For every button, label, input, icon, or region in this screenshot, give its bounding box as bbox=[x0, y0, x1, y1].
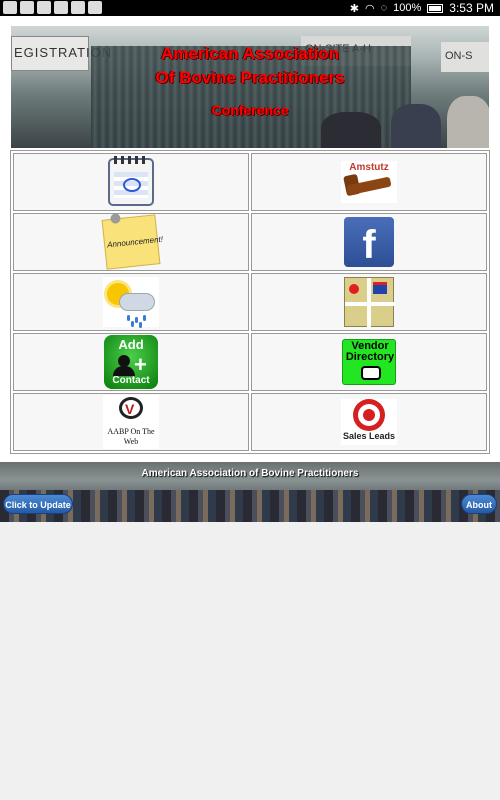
vendor-directory-icon: Vendor Directory bbox=[342, 339, 396, 385]
announcement-label: Announcement! bbox=[106, 234, 164, 250]
facebook-icon: f bbox=[344, 217, 394, 267]
notification-icon bbox=[54, 1, 68, 14]
tile-aabp-web[interactable]: V AABP On The Web bbox=[13, 393, 249, 451]
tile-amstutz[interactable]: Amstutz bbox=[251, 153, 487, 211]
battery-icon bbox=[427, 3, 444, 13]
header-banner: EGISTRATION ON-SITE A-H ON-S American As… bbox=[11, 26, 489, 148]
tile-facebook[interactable]: f bbox=[251, 213, 487, 271]
banner-title-line2: Of Bovine Practitioners bbox=[155, 68, 345, 87]
weather-icon bbox=[103, 277, 159, 328]
phone-icon bbox=[361, 366, 381, 380]
bluetooth-icon: ✱ bbox=[349, 2, 359, 15]
notification-icon bbox=[37, 1, 51, 14]
add-contact-icon: Add + Contact bbox=[104, 335, 158, 389]
tile-add-contact[interactable]: Add + Contact bbox=[13, 333, 249, 391]
footer-banner: American Association of Bovine Practitio… bbox=[0, 462, 500, 522]
tile-map[interactable] bbox=[251, 273, 487, 331]
aabp-web-label: AABP On The Web bbox=[107, 427, 155, 446]
tile-weather[interactable] bbox=[13, 273, 249, 331]
crowd-photo bbox=[0, 490, 500, 522]
update-button[interactable]: Click to Update bbox=[3, 494, 73, 514]
notification-icon bbox=[88, 1, 102, 14]
mute-icon: ◌ bbox=[380, 2, 388, 14]
menu-grid: Amstutz Announcement! f Add + Contact Ve… bbox=[10, 150, 490, 454]
sales-leads-label: Sales Leads bbox=[342, 431, 396, 441]
tile-calendar[interactable] bbox=[13, 153, 249, 211]
about-button[interactable]: About bbox=[461, 494, 497, 514]
calendar-icon bbox=[108, 156, 154, 206]
add-label: Add bbox=[118, 337, 144, 352]
tile-announcements[interactable]: Announcement! bbox=[13, 213, 249, 271]
notification-icon bbox=[71, 1, 85, 14]
aabp-logo-icon: V AABP On The Web bbox=[103, 395, 159, 449]
wifi-icon: ◠ bbox=[365, 2, 375, 15]
clock: 3:53 PM bbox=[449, 1, 494, 15]
banner-subtitle: Conference bbox=[211, 102, 289, 118]
notification-icon bbox=[20, 1, 34, 14]
footer-title: American Association of Bovine Practitio… bbox=[141, 468, 359, 479]
system-icons: ✱ ◠ ◌ 100% 3:53 PM bbox=[350, 1, 494, 15]
main-content: EGISTRATION ON-SITE A-H ON-S American As… bbox=[0, 16, 500, 462]
tile-vendor-directory[interactable]: Vendor Directory bbox=[251, 333, 487, 391]
amstutz-label: Amstutz bbox=[349, 162, 389, 173]
map-icon bbox=[344, 277, 395, 328]
sticky-note-icon: Announcement! bbox=[101, 213, 164, 270]
tile-sales-leads[interactable]: Sales Leads bbox=[251, 393, 487, 451]
battery-percent: 100% bbox=[393, 2, 422, 14]
notification-icon bbox=[3, 1, 17, 14]
target-icon: Sales Leads bbox=[341, 399, 397, 445]
gavel-icon: Amstutz bbox=[341, 161, 397, 203]
contact-label: Contact bbox=[112, 375, 150, 386]
vendor-directory-label: Vendor Directory bbox=[345, 340, 395, 363]
notification-icons bbox=[3, 1, 102, 14]
app-page: EGISTRATION ON-SITE A-H ON-S American As… bbox=[0, 16, 500, 800]
banner-title-line1: American Association bbox=[161, 44, 339, 63]
status-bar: ✱ ◠ ◌ 100% 3:53 PM bbox=[0, 0, 500, 16]
